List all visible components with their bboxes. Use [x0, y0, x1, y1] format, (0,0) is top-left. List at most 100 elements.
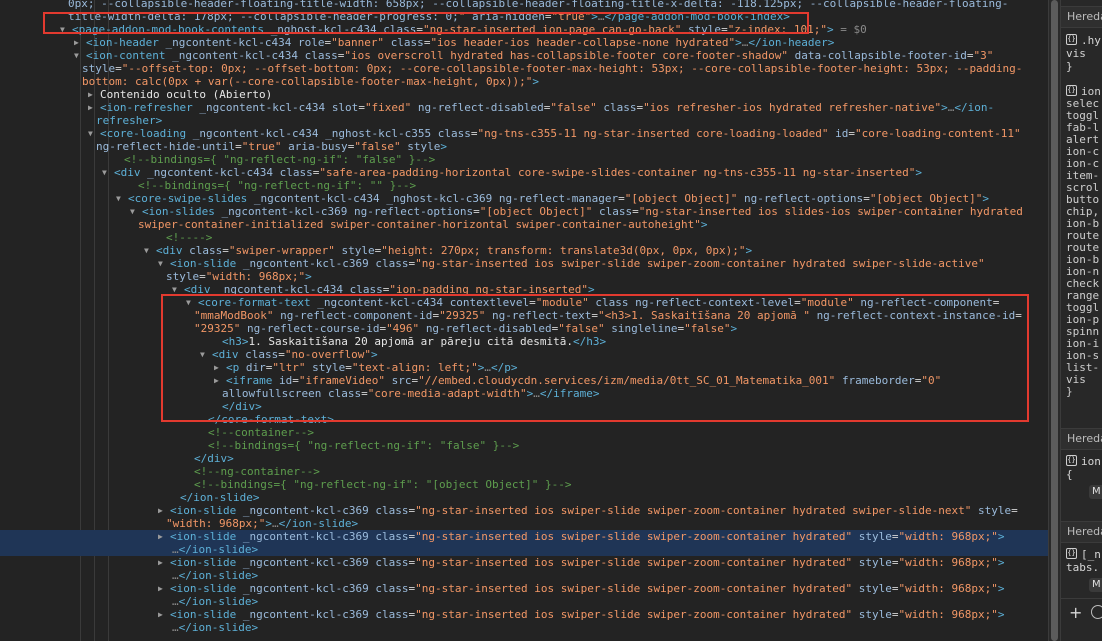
dom-node-line[interactable]: ▶ <ion-slide _ngcontent-kcl-c369 class="n…	[0, 608, 1048, 621]
dom-node-markup: <!--bindings={ "ng-reflect-ng-if": "fals…	[124, 153, 436, 166]
style-rule-icon: {}	[1066, 34, 1077, 45]
dom-node-markup: …</ion-slide>	[172, 621, 259, 634]
add-rule-button[interactable]: +	[1069, 605, 1082, 621]
dom-node-line[interactable]: swiper-container-initialized swiper-cont…	[0, 218, 1048, 231]
dom-node-line[interactable]: …</ion-slide>	[0, 543, 1048, 556]
collapse-triangle-icon[interactable]: ▼	[102, 166, 107, 179]
dom-node-markup: <!--bindings={ "ng-reflect-ng-if": "[obj…	[194, 478, 572, 491]
expand-triangle-icon[interactable]: ▶	[88, 88, 93, 101]
dom-node-line[interactable]: ▼ <ion-slide _ngcontent-kcl-c369 class="n…	[0, 257, 1048, 270]
dom-node-line[interactable]: 0px; --collapsible-header-floating-title…	[0, 0, 1048, 10]
dom-node-line[interactable]: …</ion-slide>	[0, 595, 1048, 608]
collapse-triangle-icon[interactable]: ▼	[74, 49, 79, 62]
tree-scrollbar[interactable]	[1048, 0, 1060, 641]
collapse-triangle-icon[interactable]: ▼	[130, 205, 135, 218]
dom-node-line[interactable]: ▼ <div _ngcontent-kcl-c434 class="safe-ar…	[0, 166, 1048, 179]
dom-node-line[interactable]: ▶ <ion-slide _ngcontent-kcl-c369 class="n…	[0, 504, 1048, 517]
annotation-box-page-index	[43, 12, 809, 34]
source-badge[interactable]: M	[1089, 485, 1102, 499]
dom-node-line[interactable]: ▶ <ion-slide _ngcontent-kcl-c369 class="n…	[0, 582, 1048, 595]
dom-node-line[interactable]: …</ion-slide>	[0, 569, 1048, 582]
tree-scrollbar-thumb[interactable]	[1051, 0, 1058, 641]
dom-node-line[interactable]: ▶ Contenido oculto (Abierto)	[0, 88, 1048, 101]
dom-node-markup: <core-swipe-slides _ngcontent-kcl-c434 _…	[128, 192, 990, 205]
dom-node-line[interactable]: style="--offset-top: 0px; --offset-botto…	[0, 62, 1048, 75]
expand-triangle-icon[interactable]: ▶	[88, 101, 93, 114]
style-selector-text: .hy	[1081, 34, 1101, 47]
dom-node-markup: <ion-refresher _ngcontent-kcl-c434 slot=…	[100, 101, 995, 114]
dom-node-line[interactable]: style="width: 968px;">	[0, 270, 1048, 283]
dom-node-markup: </ion-slide>	[180, 491, 260, 504]
collapse-triangle-icon[interactable]: ▼	[144, 244, 149, 257]
dom-node-line[interactable]: </ion-slide>	[0, 491, 1048, 504]
dom-node-line[interactable]: <!--container-->	[0, 426, 1048, 439]
dom-node-markup: </div>	[194, 452, 234, 465]
dom-node-markup: <ion-content _ngcontent-kcl-c434 class="…	[86, 49, 994, 62]
dom-node-markup: <ion-slide _ngcontent-kcl-c369 class="ng…	[170, 530, 1005, 543]
dom-node-markup: 0px; --collapsible-header-floating-title…	[68, 0, 1009, 10]
dom-node-markup: ng-reflect-hide-until="true" aria-busy="…	[96, 140, 448, 153]
style-selector-text: vis	[1066, 47, 1086, 60]
dom-node-line[interactable]: <!--bindings={ "ng-reflect-ng-if": "" }-…	[0, 179, 1048, 192]
dom-node-markup: <div class="swiper-wrapper" style="heigh…	[156, 244, 753, 257]
dom-node-markup: <ion-slides _ngcontent-kcl-c369 ng-refle…	[142, 205, 1023, 218]
settings-circle-icon[interactable]	[1091, 605, 1102, 619]
dom-node-line[interactable]: ▶ <ion-slide _ngcontent-kcl-c369 class="n…	[0, 556, 1048, 569]
dom-node-line[interactable]: …</ion-slide>	[0, 621, 1048, 634]
inherited-header: Heredado	[1061, 521, 1102, 543]
dom-node-line[interactable]: ▼ <core-loading _ngcontent-kcl-c434 _ngho…	[0, 127, 1048, 140]
style-selector-text: }	[1066, 60, 1073, 73]
style-rule-icon: {}	[1066, 548, 1077, 559]
dom-node-markup: <!---->	[166, 231, 213, 244]
dom-node-line[interactable]: ▶ <ion-refresher _ngcontent-kcl-c434 slot…	[0, 101, 1048, 114]
dom-node-line[interactable]: ▼ <ion-slides _ngcontent-kcl-c369 ng-refl…	[0, 205, 1048, 218]
expand-triangle-icon[interactable]: ▶	[158, 608, 163, 621]
dom-node-markup: <core-loading _ngcontent-kcl-c434 _nghos…	[100, 127, 1021, 140]
dom-node-line[interactable]: ng-reflect-hide-until="true" aria-busy="…	[0, 140, 1048, 153]
collapse-triangle-icon[interactable]: ▼	[88, 127, 93, 140]
dom-node-line[interactable]: <!--ng-container-->	[0, 465, 1048, 478]
dom-node-line[interactable]: ▼ <core-swipe-slides _ngcontent-kcl-c434 …	[0, 192, 1048, 205]
collapse-triangle-icon[interactable]: ▼	[158, 257, 163, 270]
dom-node-markup: "width: 968px;">…</ion-slide>	[166, 517, 359, 530]
inherited-header: Heredado	[1061, 428, 1102, 450]
dom-node-markup: <ion-header _ngcontent-kcl-c434 role="ba…	[86, 36, 835, 49]
dom-node-markup: …</ion-slide>	[172, 543, 259, 556]
dom-node-markup: <div _ngcontent-kcl-c434 class="safe-are…	[114, 166, 922, 179]
dom-node-line[interactable]: ▼ <ion-content _ngcontent-kcl-c434 class=…	[0, 49, 1048, 62]
annotation-box-core-format-text	[161, 294, 1029, 422]
dom-node-line[interactable]: <!---->	[0, 231, 1048, 244]
dom-node-markup: <ion-slide _ngcontent-kcl-c369 class="ng…	[170, 556, 1005, 569]
style-rule-icon: {}	[1066, 455, 1077, 466]
dom-node-line[interactable]: <!--bindings={ "ng-reflect-ng-if": "fals…	[0, 439, 1048, 452]
collapse-triangle-icon[interactable]: ▼	[116, 192, 121, 205]
dom-node-markup: style="width: 968px;">	[166, 270, 312, 283]
dom-node-line[interactable]: <!--bindings={ "ng-reflect-ng-if": "[obj…	[0, 478, 1048, 491]
dom-node-line[interactable]: </div>	[0, 452, 1048, 465]
dom-node-markup: swiper-container-initialized swiper-cont…	[138, 218, 708, 231]
style-selector-text: }	[1066, 385, 1073, 398]
style-selector-text: [_n	[1081, 548, 1101, 561]
dom-node-line[interactable]: refresher>	[0, 114, 1048, 127]
dom-node-line[interactable]: bottom: calc(0px + var(--core-collapsibl…	[0, 75, 1048, 88]
dom-node-markup: refresher>	[96, 114, 163, 127]
dom-node-markup: <ion-slide _ngcontent-kcl-c369 class="ng…	[170, 608, 1005, 621]
dom-node-markup: <ion-slide _ngcontent-kcl-c369 class="ng…	[170, 582, 1005, 595]
elements-tree-panel[interactable]: 0px; --collapsible-header-floating-title…	[0, 0, 1048, 641]
expand-triangle-icon[interactable]: ▶	[158, 556, 163, 569]
source-badge[interactable]: M	[1089, 578, 1102, 592]
style-selector-text: tabs.	[1066, 561, 1100, 574]
inherited-header: Heredado	[1061, 6, 1102, 28]
dom-node-markup: <ion-slide _ngcontent-kcl-c369 class="ng…	[170, 257, 985, 270]
expand-triangle-icon[interactable]: ▶	[158, 582, 163, 595]
dom-node-line[interactable]: ▼ <div class="swiper-wrapper" style="heig…	[0, 244, 1048, 257]
dom-node-markup: <!--bindings={ "ng-reflect-ng-if": "" }-…	[138, 179, 417, 192]
dom-node-line[interactable]: "width: 968px;">…</ion-slide>	[0, 517, 1048, 530]
dom-node-line[interactable]: ▶ <ion-header _ngcontent-kcl-c434 role="b…	[0, 36, 1048, 49]
dom-node-markup: <!--bindings={ "ng-reflect-ng-if": "fals…	[208, 439, 520, 452]
expand-triangle-icon[interactable]: ▶	[158, 530, 163, 543]
dom-node-line[interactable]: <!--bindings={ "ng-reflect-ng-if": "fals…	[0, 153, 1048, 166]
dom-node-line[interactable]: ▶ <ion-slide _ngcontent-kcl-c369 class="n…	[0, 530, 1048, 543]
expand-triangle-icon[interactable]: ▶	[74, 36, 79, 49]
expand-triangle-icon[interactable]: ▶	[158, 504, 163, 517]
